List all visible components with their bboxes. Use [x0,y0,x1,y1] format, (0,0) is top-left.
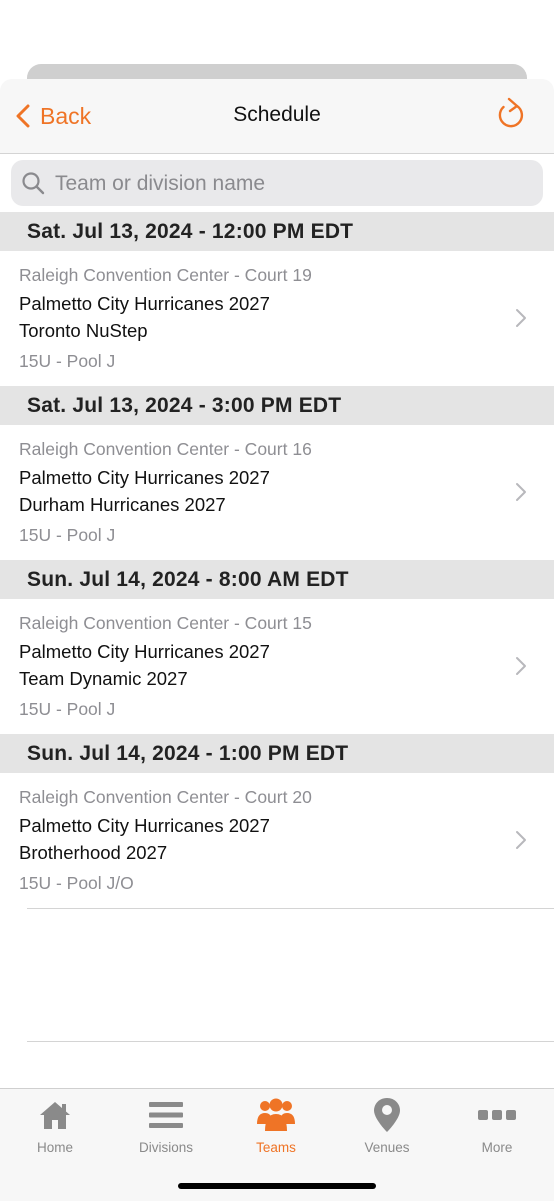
chevron-right-icon [516,309,526,327]
tab-label: Teams [256,1140,296,1155]
game-team-2: Team Dynamic 2027 [19,668,188,689]
home-indicator[interactable] [178,1183,376,1189]
search-icon [22,172,45,195]
chevron-right-icon [516,483,526,501]
game-team-1: Palmetto City Hurricanes 2027 [19,467,270,488]
refresh-button[interactable] [495,97,527,131]
game-team-1: Palmetto City Hurricanes 2027 [19,641,270,662]
game-team-1: Palmetto City Hurricanes 2027 [19,815,270,836]
schedule-sheet: Back Schedule Sat. Jul 13, 2024 - 12:00 … [0,79,554,1200]
game-venue: Raleigh Convention Center - Court 16 [19,439,312,459]
more-dots-icon [478,1110,516,1120]
empty-row-divider [27,1041,554,1042]
game-team-2: Toronto NuStep [19,320,148,341]
tab-more[interactable]: More [442,1097,552,1155]
game-division: 15U - Pool J [19,525,116,545]
section-header: Sun. Jul 14, 2024 - 1:00 PM EDT [0,734,554,773]
game-row[interactable]: Raleigh Convention Center - Court 19 Pal… [0,251,554,386]
tab-label: Divisions [138,1140,193,1155]
game-division: 15U - Pool J [19,699,116,719]
search-bar [11,160,543,208]
game-venue: Raleigh Convention Center - Court 15 [19,613,312,633]
game-row[interactable]: Raleigh Convention Center - Court 16 Pal… [0,425,554,560]
search-input[interactable] [53,160,527,208]
tab-teams[interactable]: Teams [221,1097,331,1155]
game-row[interactable]: Raleigh Convention Center - Court 20 Pal… [19,773,554,909]
home-icon [40,1102,70,1129]
game-team-2: Brotherhood 2027 [19,842,168,863]
tab-label: Venues [364,1140,410,1155]
schedule-list: Sat. Jul 13, 2024 - 12:00 PM EDT Raleigh… [0,212,554,909]
game-row[interactable]: Raleigh Convention Center - Court 15 Pal… [0,599,554,734]
list-icon [149,1102,183,1128]
game-team-1: Palmetto City Hurricanes 2027 [19,293,270,314]
refresh-icon [498,97,524,128]
page-title: Schedule [233,103,321,126]
tab-home[interactable]: Home [0,1097,110,1155]
tab-label: More [481,1140,513,1155]
location-pin-icon [374,1098,400,1132]
section-header: Sat. Jul 13, 2024 - 3:00 PM EDT [0,386,554,425]
game-venue: Raleigh Convention Center - Court 19 [19,265,312,285]
tab-divisions[interactable]: Divisions [111,1097,221,1155]
section-header: Sun. Jul 14, 2024 - 8:00 AM EDT [0,560,554,599]
game-team-2: Durham Hurricanes 2027 [19,494,226,515]
chevron-right-icon [516,657,526,675]
tab-venues[interactable]: Venues [332,1097,442,1155]
chevron-right-icon [516,831,526,849]
game-venue: Raleigh Convention Center - Court 20 [19,787,312,807]
game-division: 15U - Pool J [19,351,116,371]
navigation-bar: Back Schedule [0,79,554,154]
tab-label: Home [36,1140,73,1155]
section-header: Sat. Jul 13, 2024 - 12:00 PM EDT [0,212,554,251]
game-division: 15U - Pool J/O [19,873,134,893]
people-icon [257,1098,295,1131]
